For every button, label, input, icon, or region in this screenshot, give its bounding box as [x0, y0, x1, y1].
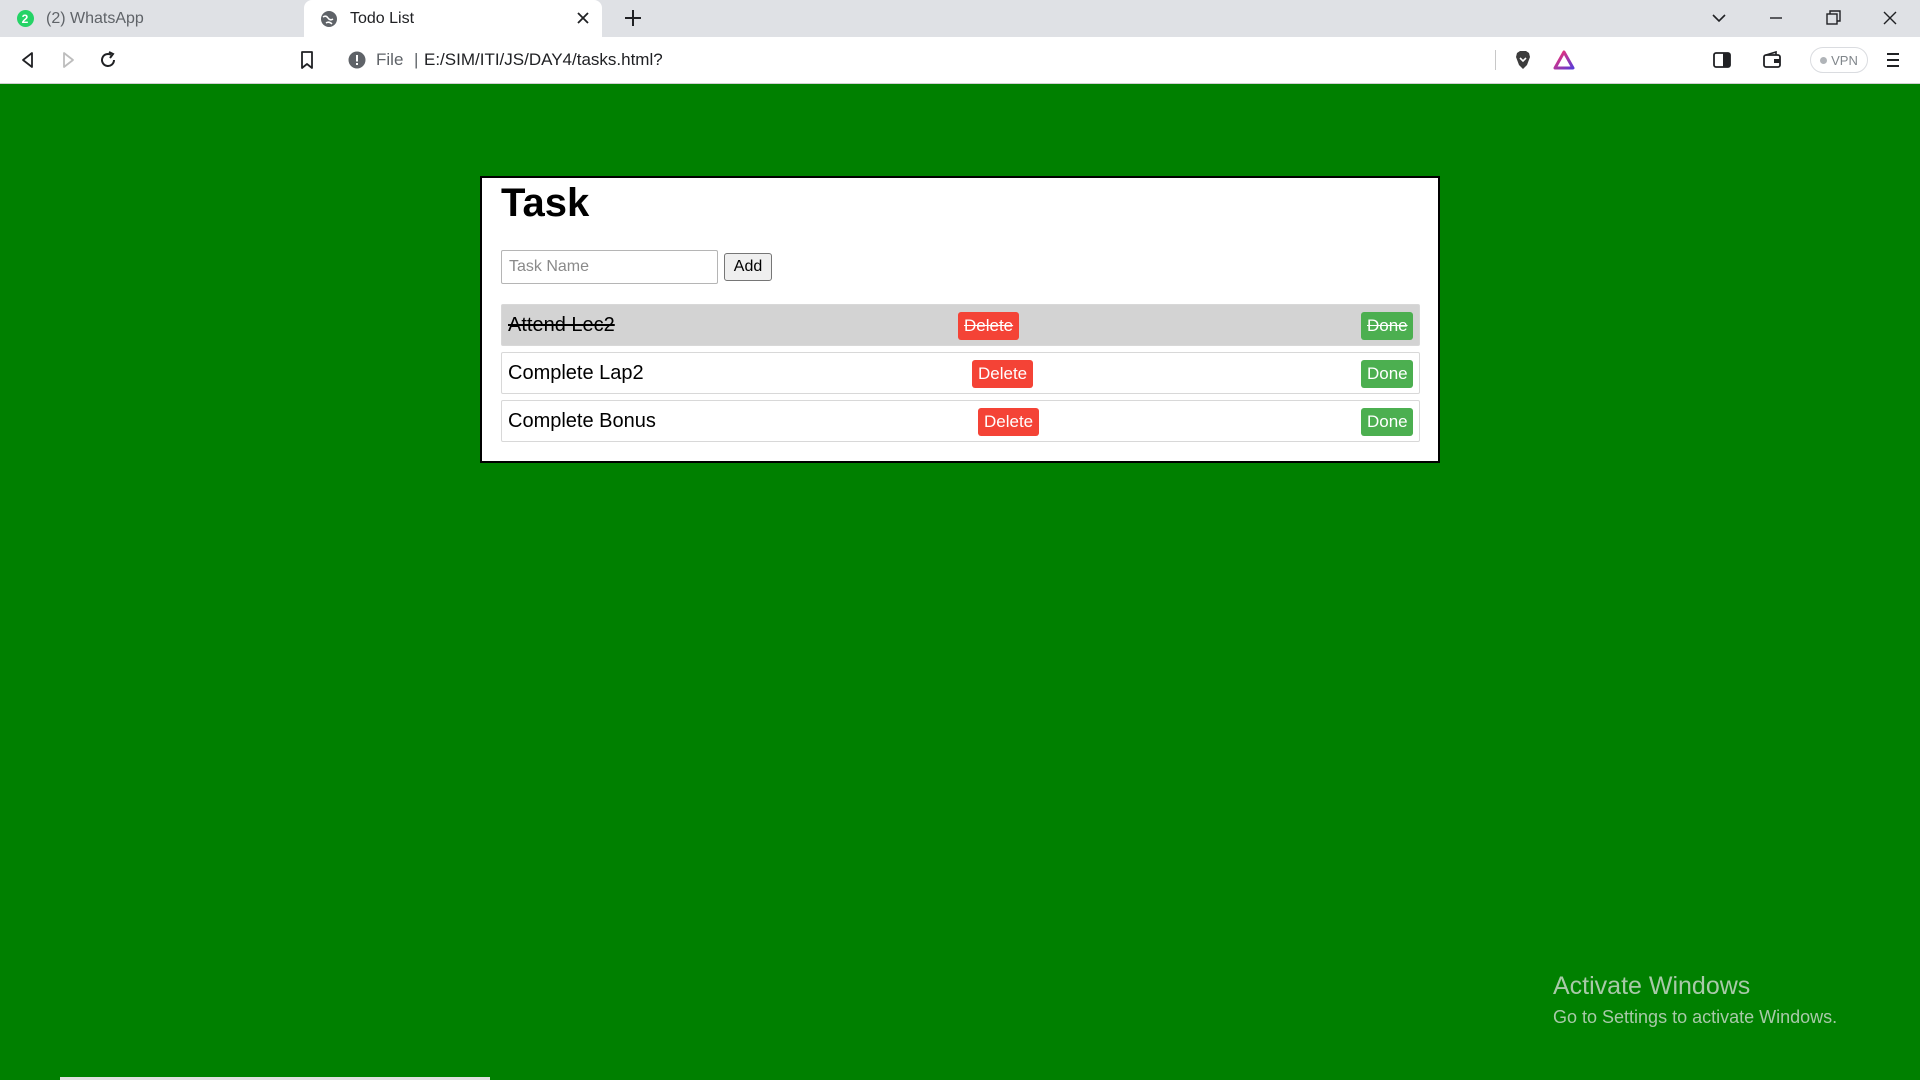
- task-row: Complete Bonus Delete Done: [501, 400, 1420, 442]
- activate-windows-watermark: Activate Windows Go to Settings to activ…: [1553, 972, 1837, 1028]
- task-name: Complete Bonus: [508, 410, 656, 432]
- tab-todo-list[interactable]: Todo List: [304, 0, 602, 37]
- vpn-button[interactable]: VPN: [1810, 47, 1868, 73]
- tab-whatsapp[interactable]: 2 (2) WhatsApp: [0, 0, 300, 37]
- tab-title: (2) WhatsApp: [46, 9, 144, 27]
- vpn-status-dot: [1820, 56, 1828, 64]
- new-tab-icon[interactable]: [622, 7, 644, 29]
- forward-icon[interactable]: [57, 49, 79, 71]
- scheme-label: File: [376, 50, 404, 69]
- delete-task-button[interactable]: Delete: [972, 360, 1034, 388]
- delete-task-button[interactable]: Delete: [958, 312, 1020, 340]
- delete-task-button[interactable]: Delete: [978, 408, 1040, 436]
- globe-icon: [320, 10, 338, 28]
- task-row: Complete Lap2 Delete Done: [501, 352, 1420, 394]
- close-tab-icon[interactable]: [574, 9, 592, 27]
- close-window-icon[interactable]: [1880, 8, 1900, 28]
- minimize-icon[interactable]: [1766, 8, 1786, 28]
- whatsapp-favicon-icon: 2: [16, 10, 34, 28]
- done-task-button[interactable]: Done: [1361, 360, 1413, 388]
- vpn-label: VPN: [1831, 52, 1858, 68]
- watermark-subtitle: Go to Settings to activate Windows.: [1553, 1007, 1838, 1027]
- done-task-button[interactable]: Done: [1361, 312, 1413, 340]
- brave-shields-icon[interactable]: [1512, 49, 1534, 71]
- wallet-icon[interactable]: [1761, 49, 1783, 71]
- task-name: Complete Lap2: [508, 362, 644, 384]
- address-bar[interactable]: File | E:/SIM/ITI/JS/DAY4/tasks.html?: [334, 43, 1586, 77]
- scheme-separator: |: [414, 50, 419, 69]
- add-task-button[interactable]: Add: [724, 253, 772, 281]
- browser-toolbar: File | E:/SIM/ITI/JS/DAY4/tasks.html? VP…: [0, 37, 1920, 84]
- watermark-title: Activate Windows: [1553, 972, 1751, 1000]
- bookmark-icon[interactable]: [296, 49, 318, 71]
- task-row: Attend Lec2 Delete Done: [501, 304, 1420, 346]
- todo-container: Task Add Attend Lec2 Delete Done Complet…: [480, 176, 1440, 463]
- back-icon[interactable]: [17, 49, 39, 71]
- page-title: Task: [501, 181, 590, 225]
- url-text[interactable]: E:/SIM/ITI/JS/DAY4/tasks.html?: [424, 50, 663, 70]
- task-name-input[interactable]: [501, 250, 718, 284]
- task-name: Attend Lec2: [508, 314, 615, 336]
- tab-strip: 2 (2) WhatsApp Todo List: [0, 0, 1920, 37]
- tab-search-chevron-icon[interactable]: [1709, 8, 1729, 28]
- address-divider: [1495, 50, 1496, 70]
- site-info-icon[interactable]: [346, 49, 368, 71]
- sidebar-toggle-icon[interactable]: [1711, 49, 1733, 71]
- brave-rewards-icon[interactable]: [1553, 49, 1575, 71]
- restore-icon[interactable]: [1823, 8, 1843, 28]
- done-task-button[interactable]: Done: [1361, 408, 1413, 436]
- reload-icon[interactable]: [97, 49, 119, 71]
- menu-icon[interactable]: [1882, 49, 1904, 71]
- notification-badge: 2: [16, 10, 34, 27]
- tab-title: Todo List: [350, 9, 415, 27]
